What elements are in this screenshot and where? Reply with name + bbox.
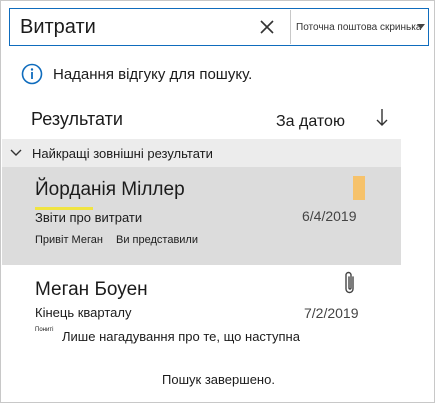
- sort-direction-button[interactable]: [375, 108, 389, 133]
- arrow-down-icon: [376, 109, 388, 126]
- search-input[interactable]: [10, 9, 246, 45]
- search-scope-dropdown[interactable]: Поточна поштова скринька: [290, 10, 428, 44]
- group-header-top-results[interactable]: Найкращі зовнішні результати: [2, 139, 401, 167]
- result-item[interactable]: Меган Боуен Кінець кварталу 7/2/2019 Пон…: [2, 267, 401, 355]
- search-pane: Поточна поштова скринька Надання відгуку…: [0, 0, 435, 403]
- result-subject: Звіти про витрати: [35, 210, 143, 225]
- result-preview-small: Пониті: [35, 327, 54, 333]
- clear-search-button[interactable]: [250, 12, 284, 42]
- result-preview: Лише нагадування про те, що наступна: [62, 329, 300, 344]
- result-sender: Меган Боуен: [35, 279, 148, 300]
- feedback-text: Надання відгуку для пошуку.: [53, 65, 253, 83]
- result-preview-b: Ви представили: [116, 234, 198, 246]
- result-item[interactable]: Йорданія Міллер Звіти про витрати 6/4/20…: [2, 167, 401, 265]
- result-preview-a: Привіт Меган: [35, 234, 103, 246]
- result-date: 6/4/2019: [302, 208, 357, 224]
- paperclip-icon: [345, 271, 354, 294]
- chevron-down-icon: [10, 149, 22, 156]
- flag-icon[interactable]: [353, 176, 365, 200]
- search-status: Пошук завершено.: [162, 372, 275, 387]
- result-subject: Кінець кварталу: [35, 305, 132, 320]
- info-icon: [21, 63, 43, 85]
- result-date: 7/2/2019: [304, 305, 359, 321]
- chevron-down-icon: [417, 24, 425, 29]
- search-feedback-link[interactable]: Надання відгуку для пошуку.: [21, 61, 252, 87]
- search-scope-value: Поточна поштова скринька: [296, 21, 422, 33]
- sort-by-dropdown[interactable]: За датою: [276, 113, 345, 131]
- group-label: Найкращі зовнішні результати: [32, 145, 213, 161]
- result-sender: Йорданія Міллер: [35, 179, 185, 200]
- close-icon: [260, 20, 274, 34]
- search-bar: Поточна поштова скринька: [9, 8, 429, 46]
- results-heading: Результати: [31, 109, 123, 129]
